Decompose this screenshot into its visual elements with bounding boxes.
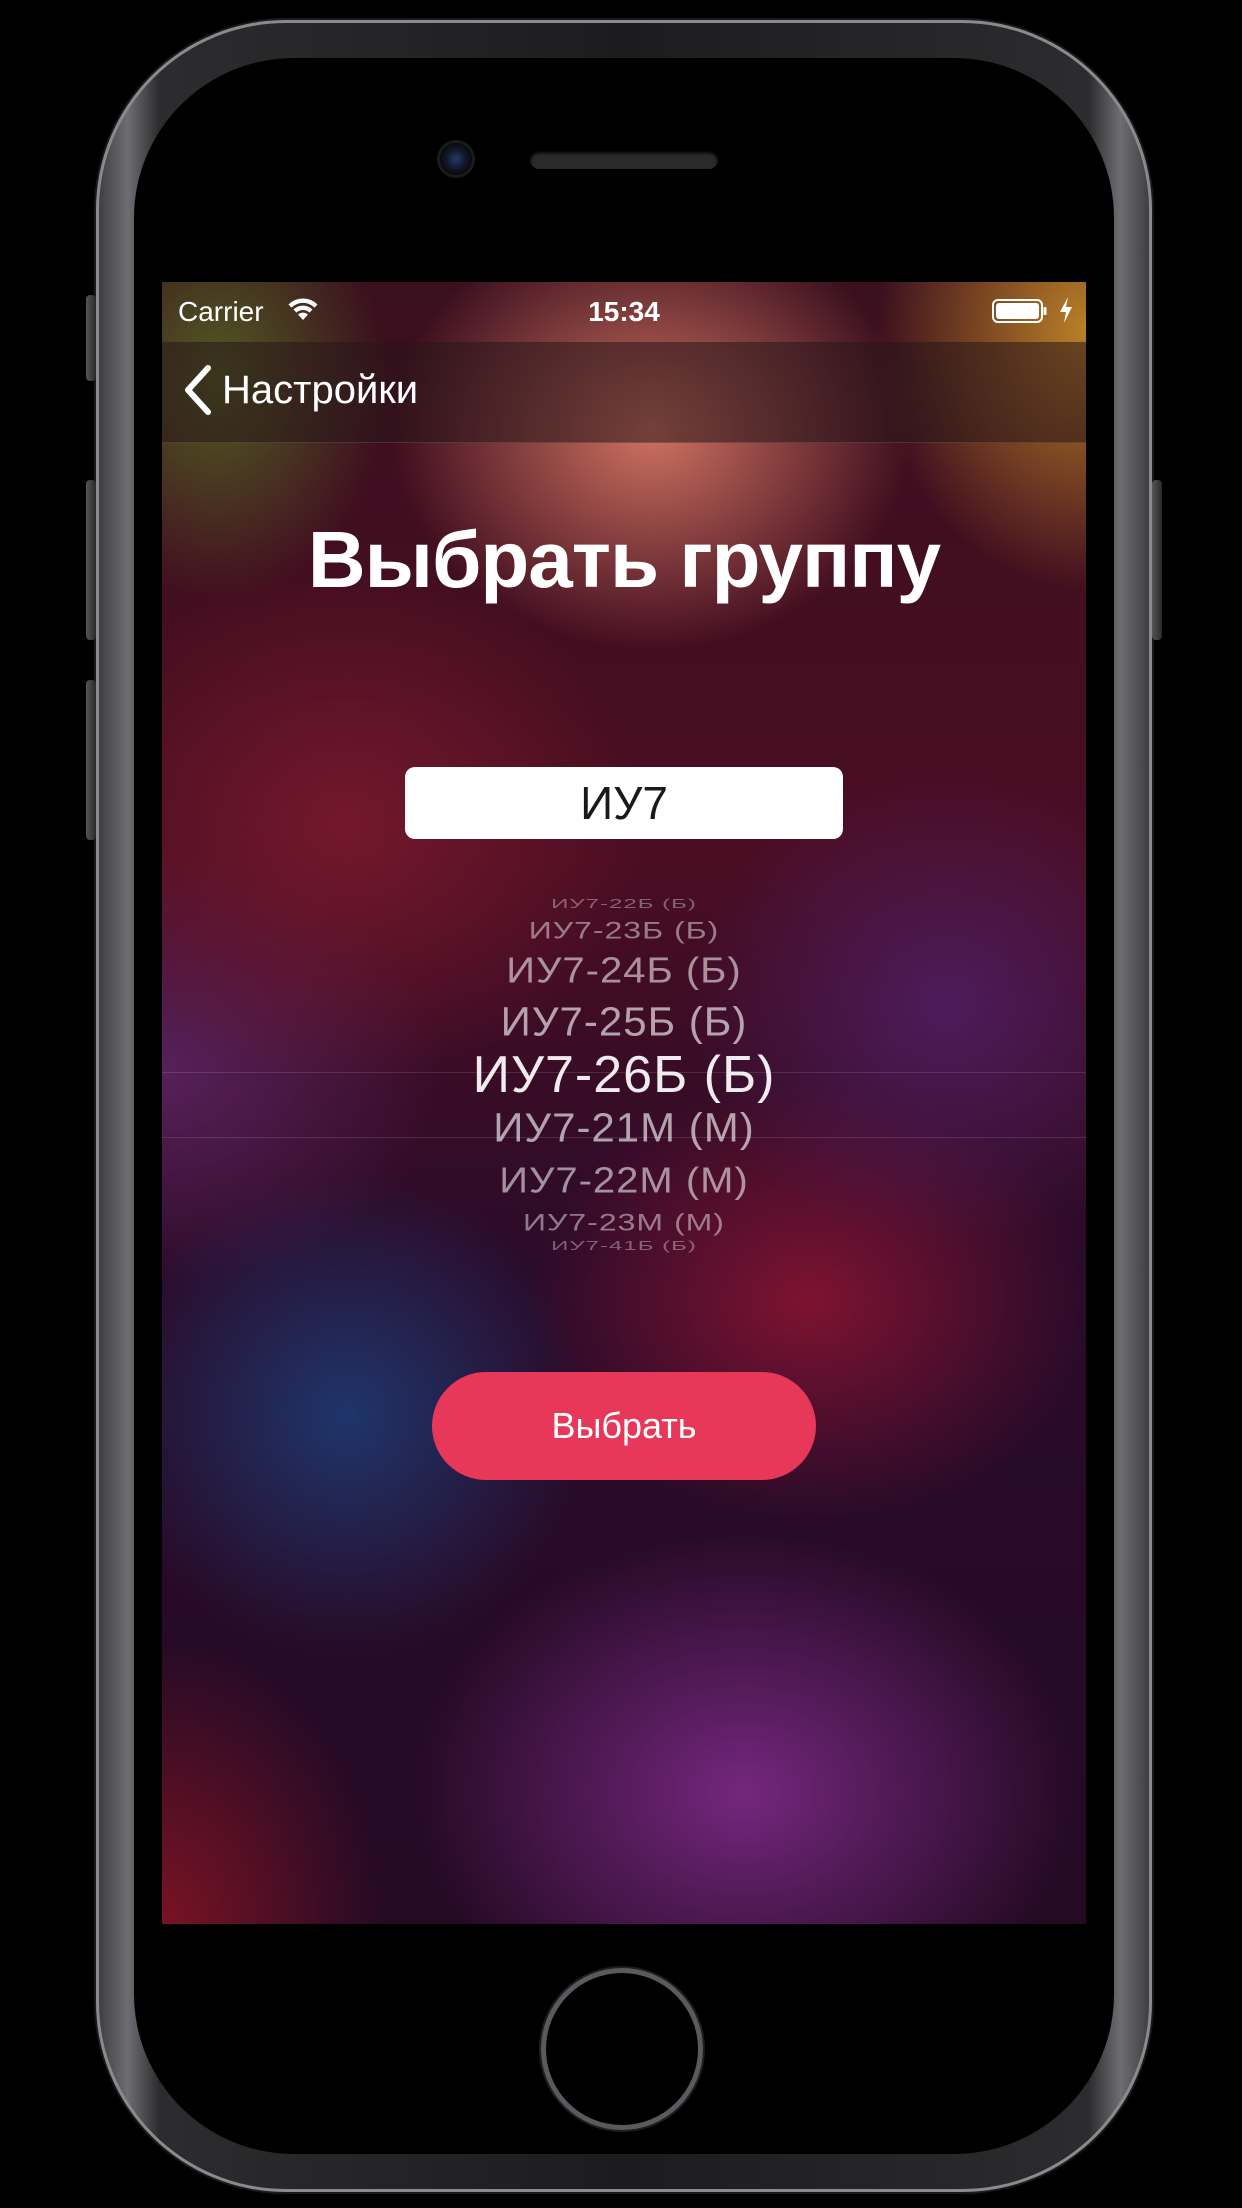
mute-switch <box>86 295 96 381</box>
picker-row[interactable]: ИУ7-23М (М) <box>162 1209 1086 1237</box>
page-title: Выбрать группу <box>307 515 941 604</box>
back-button-label: Настройки <box>222 367 419 412</box>
status-time: 15:34 <box>588 296 660 327</box>
picker-row[interactable]: ИУ7-21М (М) <box>162 1105 1086 1152</box>
picker-row[interactable]: ИУ7-24Б (Б) <box>162 950 1086 991</box>
picker-row[interactable]: ИУ7-25Б (Б) <box>162 999 1086 1046</box>
back-chevron-icon <box>185 365 211 415</box>
select-button[interactable]: Выбрать <box>432 1372 816 1480</box>
group-search-input[interactable] <box>405 767 843 839</box>
picker-row[interactable]: ИУ7-22Б (Б) <box>162 896 1086 911</box>
status-bar: Carrier 15:34 <box>162 282 1086 342</box>
home-button[interactable] <box>541 1968 703 2130</box>
picker-row[interactable]: ИУ7-41Б (Б) <box>162 1238 1086 1253</box>
camera-icon <box>440 143 472 175</box>
picker-row[interactable]: ИУ7-23Б (Б) <box>162 917 1086 945</box>
picker-row[interactable]: ИУ7-22М (М) <box>162 1160 1086 1201</box>
speaker-icon <box>530 151 718 169</box>
battery-icon <box>992 299 1047 323</box>
power-button <box>1152 480 1162 640</box>
volume-up-button <box>86 480 96 640</box>
app-screen: Carrier 15:34 Настройки Выбрать группу И… <box>162 282 1086 1924</box>
picker-row-selected[interactable]: ИУ7-26Б (Б) <box>162 1046 1086 1106</box>
back-button[interactable]: Настройки <box>180 360 418 420</box>
group-picker[interactable]: ИУ7-22Б (Б) ИУ7-23Б (Б) ИУ7-24Б (Б) ИУ7-25Б… <box>162 882 1086 1592</box>
charging-bolt-icon <box>1060 297 1072 323</box>
volume-down-button <box>86 680 96 840</box>
navigation-bar: Настройки <box>162 342 1086 443</box>
